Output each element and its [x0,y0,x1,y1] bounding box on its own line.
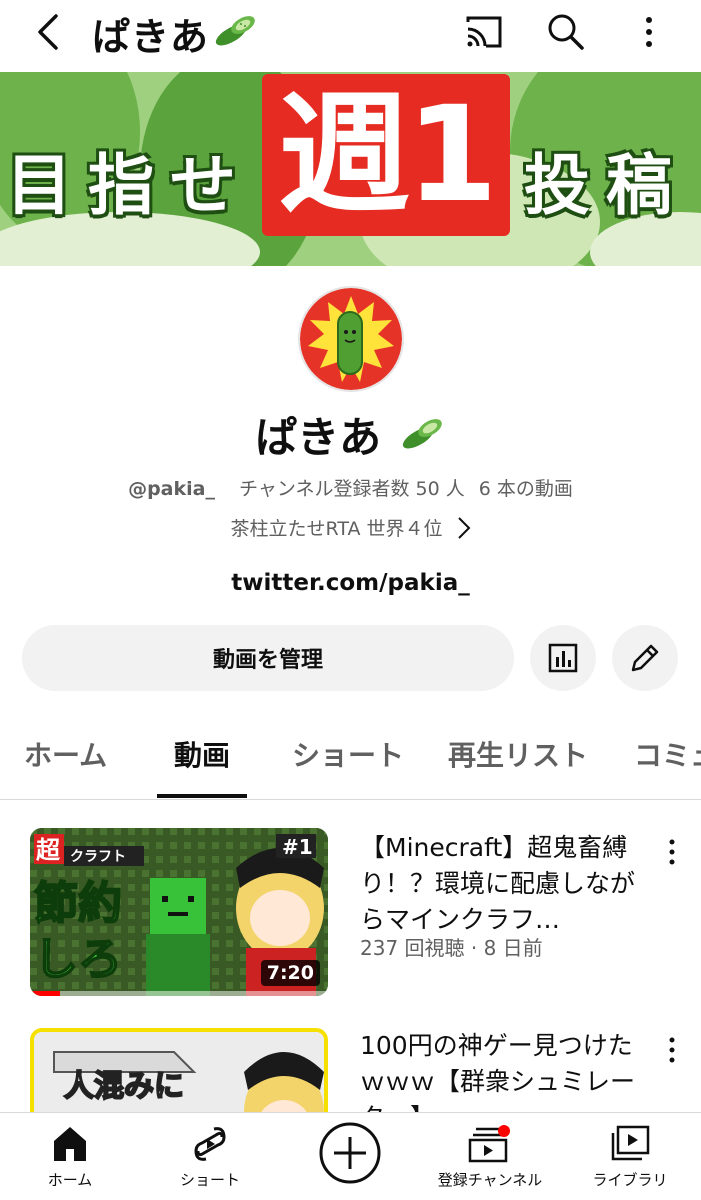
banner-text-left: 目指せ [6,147,252,224]
video-item[interactable]: クラフト 超 節約 しろ #1 7:20 【Minecraft】超鬼畜縛り！？環… [0,828,701,1008]
video-duration: 7:20 [260,960,320,986]
analytics-icon [548,643,578,673]
channel-name-text: ぱきあ [255,413,382,462]
page-title: ぱきあ [92,6,259,61]
channel-description-text: 茶柱立たせRTA 世界４位 [230,518,443,540]
tab-shorts[interactable]: ショート [292,734,404,774]
bottom-navigation: ホーム ショート 登録チャンネル ライブラリ [0,1112,701,1200]
manage-videos-button[interactable]: 動画を管理 [22,625,514,691]
library-icon [611,1125,650,1161]
banner-text: 目指せ 週1 投稿 [0,72,701,266]
edit-channel-button[interactable] [612,625,678,691]
video-thumbnail[interactable]: クラフト 超 節約 しろ #1 7:20 [30,828,328,996]
pencil-icon [631,644,659,672]
cucumber-emoji-icon [400,412,446,462]
nav-subscriptions-label: 登録チャンネル [437,1171,543,1189]
active-tab-indicator [157,794,247,798]
channel-handle: @pakia_ [128,478,215,500]
thumb-main-text-1: 人混みに [64,1069,184,1104]
create-plus-icon [319,1122,381,1184]
thumb-main-text-1: 節約 [34,878,122,929]
subscriber-count: チャンネル登録者数 50 人 [239,478,465,500]
home-icon [54,1127,86,1161]
tab-videos[interactable]: 動画 [174,734,230,774]
cucumber-emoji-icon [213,9,259,58]
nav-home[interactable]: ホーム [10,1125,130,1197]
channel-link[interactable]: twitter.com/pakia_ [0,570,701,596]
watch-progress-fill [30,991,60,996]
channel-description[interactable]: 茶柱立たせRTA 世界４位 [0,514,701,541]
channel-name: ぱきあ [0,404,701,465]
more-vert-icon[interactable] [660,1032,684,1068]
thumb-episode-text: #1 [282,835,313,859]
page-title-text: ぱきあ [92,15,210,59]
banner-text-right: 投稿 [524,147,688,224]
watch-progress-bar [30,991,328,996]
video-title[interactable]: 【Minecraft】超鬼畜縛り！？環境に配慮しながらマインクラフ… [360,830,650,938]
tab-playlists[interactable]: 再生リスト [448,734,588,774]
thumb-top-text: 超 [36,836,61,864]
more-vert-icon[interactable] [632,10,666,54]
nav-subscriptions[interactable]: 登録チャンネル [430,1125,550,1197]
nav-shorts[interactable]: ショート [150,1125,270,1197]
more-vert-icon[interactable] [660,834,684,870]
create-button[interactable] [318,1121,382,1185]
channel-avatar[interactable] [298,286,404,392]
tab-home[interactable]: ホーム [24,734,107,774]
channel-banner: 目指せ 週1 投稿 [0,72,701,266]
banner-text-center: 週1 [262,74,510,236]
nav-shorts-label: ショート [179,1171,240,1189]
tab-community[interactable]: コミュ [634,734,701,774]
channel-meta: @pakia_ チャンネル登録者数 50 人 6 本の動画 [0,474,701,501]
nav-library-label: ライブラリ [592,1171,668,1189]
analytics-button[interactable] [530,625,596,691]
chevron-right-icon [457,516,470,539]
top-app-bar: ぱきあ [0,0,701,72]
video-count: 6 本の動画 [478,478,573,500]
video-meta: 237 回視聴 · 8 日前 [360,936,543,960]
nav-library[interactable]: ライブラリ [570,1125,690,1197]
cast-icon[interactable] [462,12,506,52]
subscriptions-icon [468,1125,510,1163]
nav-home-label: ホーム [47,1171,93,1189]
channel-tabs: ホーム 動画 ショート 再生リスト コミュ [0,710,701,800]
thumb-main-text-2: しろ [34,934,122,985]
back-arrow-icon[interactable] [28,12,68,52]
thumb-tag-text: クラフト [70,849,126,865]
shorts-icon [194,1127,226,1161]
search-icon[interactable] [544,10,588,54]
